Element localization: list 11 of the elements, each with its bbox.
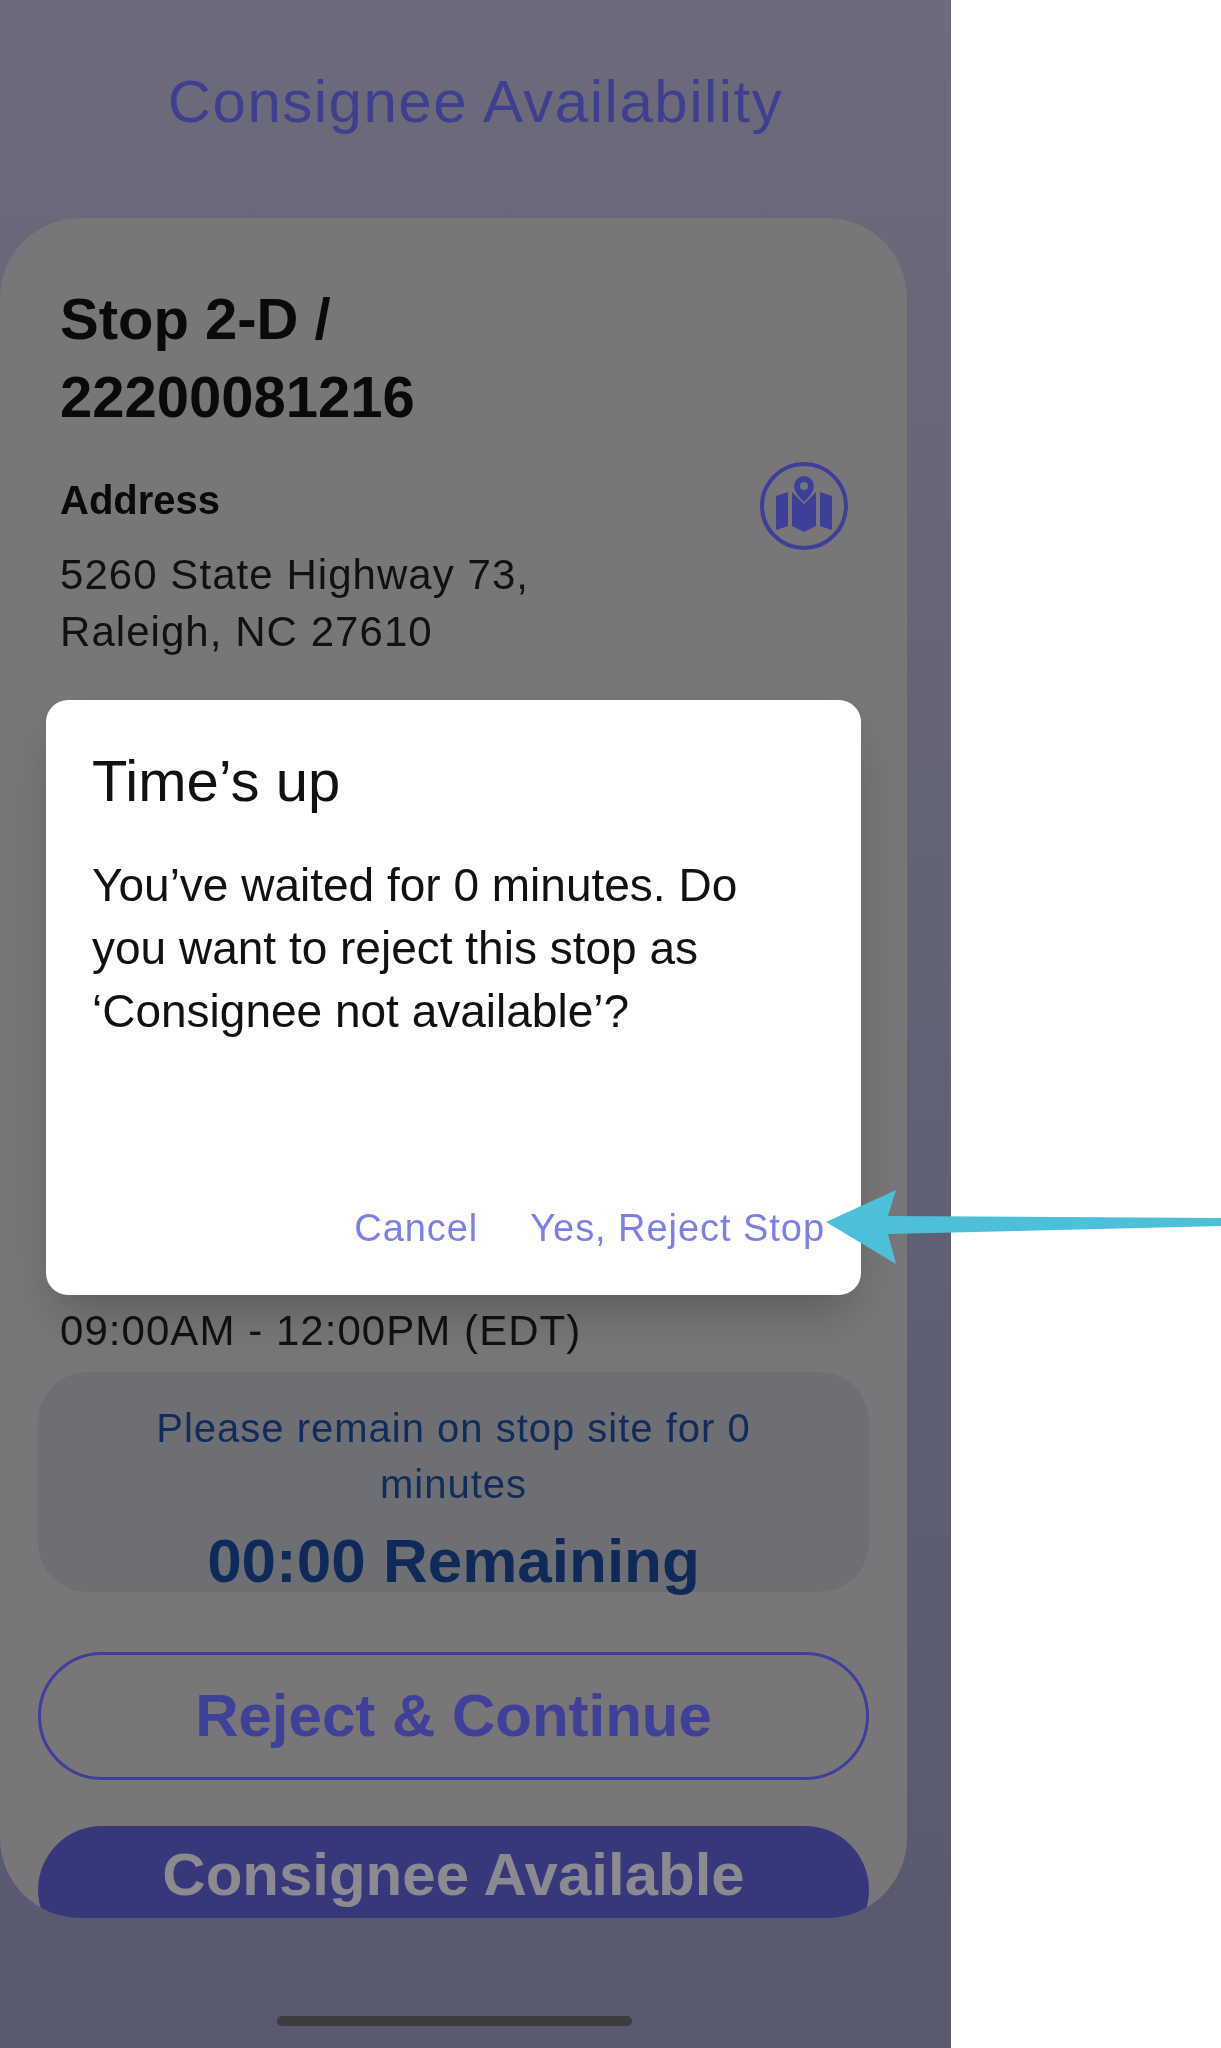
map-pin-icon[interactable] [758, 460, 850, 552]
dialog-message: You’ve waited for 0 minutes. Do you want to reject this stop as ‘Consignee not available’? [92, 858, 739, 1039]
address-label: Address [60, 480, 222, 520]
time-window: 09:00AM - 12:00PM (EDT) [60, 1310, 847, 1352]
cancel-button[interactable]: Cancel [354, 1209, 479, 1247]
primary-button[interactable]: Consignee Available [38, 1826, 869, 1918]
address-text: 5260 State Highway 73, Raleigh, NC 27610 [60, 550, 531, 657]
timer-message: Please remain on stop site for 0 minutes [155, 1405, 752, 1508]
outline-button[interactable]: Reject & Continue [38, 1652, 869, 1780]
confirm-button[interactable]: Yes, Reject Stop [530, 1209, 825, 1247]
stop-title: Stop 2-D / 22200081216 [60, 285, 416, 431]
